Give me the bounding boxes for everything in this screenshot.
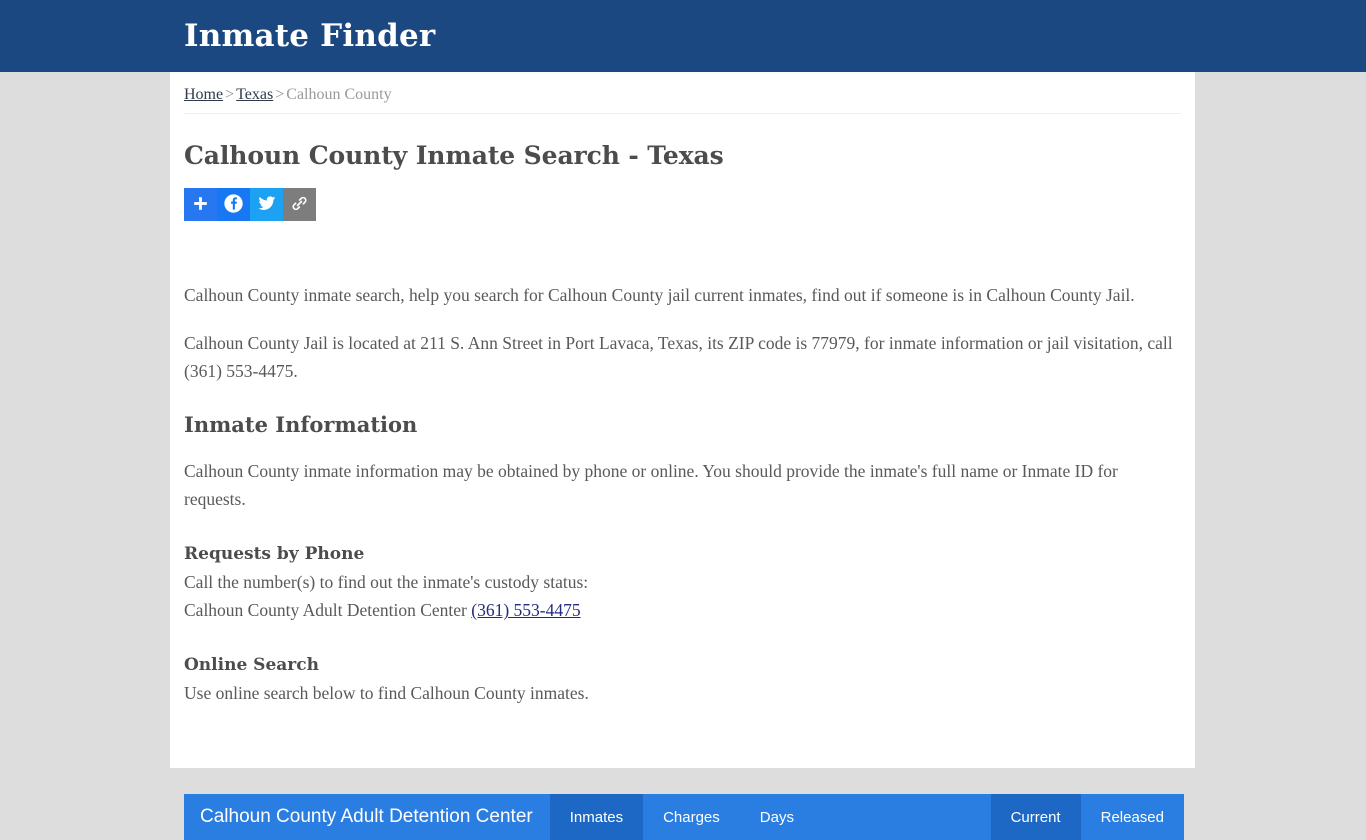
requests-by-phone-heading: Requests by Phone [184, 543, 365, 564]
breadcrumb-current: Calhoun County [286, 86, 392, 103]
share-button-row [184, 188, 1181, 222]
page-title: Calhoun County Inmate Search - Texas [184, 141, 724, 171]
page-body: Home > Texas > Calhoun County Calhoun County… [0, 72, 1366, 840]
widget-facility-title: Calhoun County Adult Detention Center [200, 806, 533, 827]
share-copy-link-button[interactable] [283, 188, 316, 222]
twitter-bird-icon [257, 193, 277, 216]
breadcrumb-separator-2: > [275, 86, 285, 103]
widget-status-tab-current[interactable]: Current [990, 794, 1081, 840]
share-twitter-button[interactable] [250, 188, 283, 222]
widget-spacer [814, 794, 991, 840]
inmate-search-widget-bar: Calhoun County Adult Detention Center In… [184, 794, 1184, 840]
facebook-icon [223, 193, 244, 217]
phone-number-link[interactable]: (361) 553-4475 [471, 600, 580, 620]
share-facebook-button[interactable] [217, 188, 250, 222]
content-area: Home > Texas > Calhoun County Calhoun County… [170, 72, 1195, 768]
site-header: Inmate Finder [0, 0, 1366, 72]
breadcrumb: Home > Texas > Calhoun County [184, 72, 1181, 115]
address-paragraph: Calhoun County Jail is located at 211 S.… [184, 332, 1173, 382]
breadcrumb-link-home[interactable]: Home [184, 86, 223, 103]
intro-paragraph: Calhoun County inmate search, help you s… [184, 285, 1135, 306]
facility-name-text: Calhoun County Adult Detention Center [184, 600, 467, 621]
requests-by-phone-instruction: Call the number(s) to find out the inmat… [184, 571, 589, 592]
requests-by-phone-facility-row: Calhoun County Adult Detention Center (3… [184, 596, 1181, 625]
widget-tab-charges[interactable]: Charges [643, 794, 740, 840]
site-title: Inmate Finder [184, 17, 436, 54]
online-search-heading: Online Search [184, 654, 319, 675]
link-icon [290, 194, 309, 216]
inmate-information-paragraph: Calhoun County inmate information may be… [184, 460, 1118, 510]
online-search-text: Use online search below to find Calhoun … [184, 682, 589, 703]
widget-tab-inmates[interactable]: Inmates [549, 794, 644, 840]
ad-placeholder-spacer [184, 221, 1181, 281]
widget-status-tab-released[interactable]: Released [1081, 794, 1184, 840]
breadcrumb-separator-1: > [225, 86, 235, 103]
share-addthis-button[interactable] [184, 188, 217, 222]
plus-icon [191, 194, 210, 216]
widget-tab-days[interactable]: Days [740, 794, 814, 840]
article-body: Calhoun County inmate search, help you s… [184, 281, 1181, 707]
inmate-information-heading: Inmate Information [184, 411, 418, 437]
breadcrumb-link-texas[interactable]: Texas [236, 86, 273, 103]
